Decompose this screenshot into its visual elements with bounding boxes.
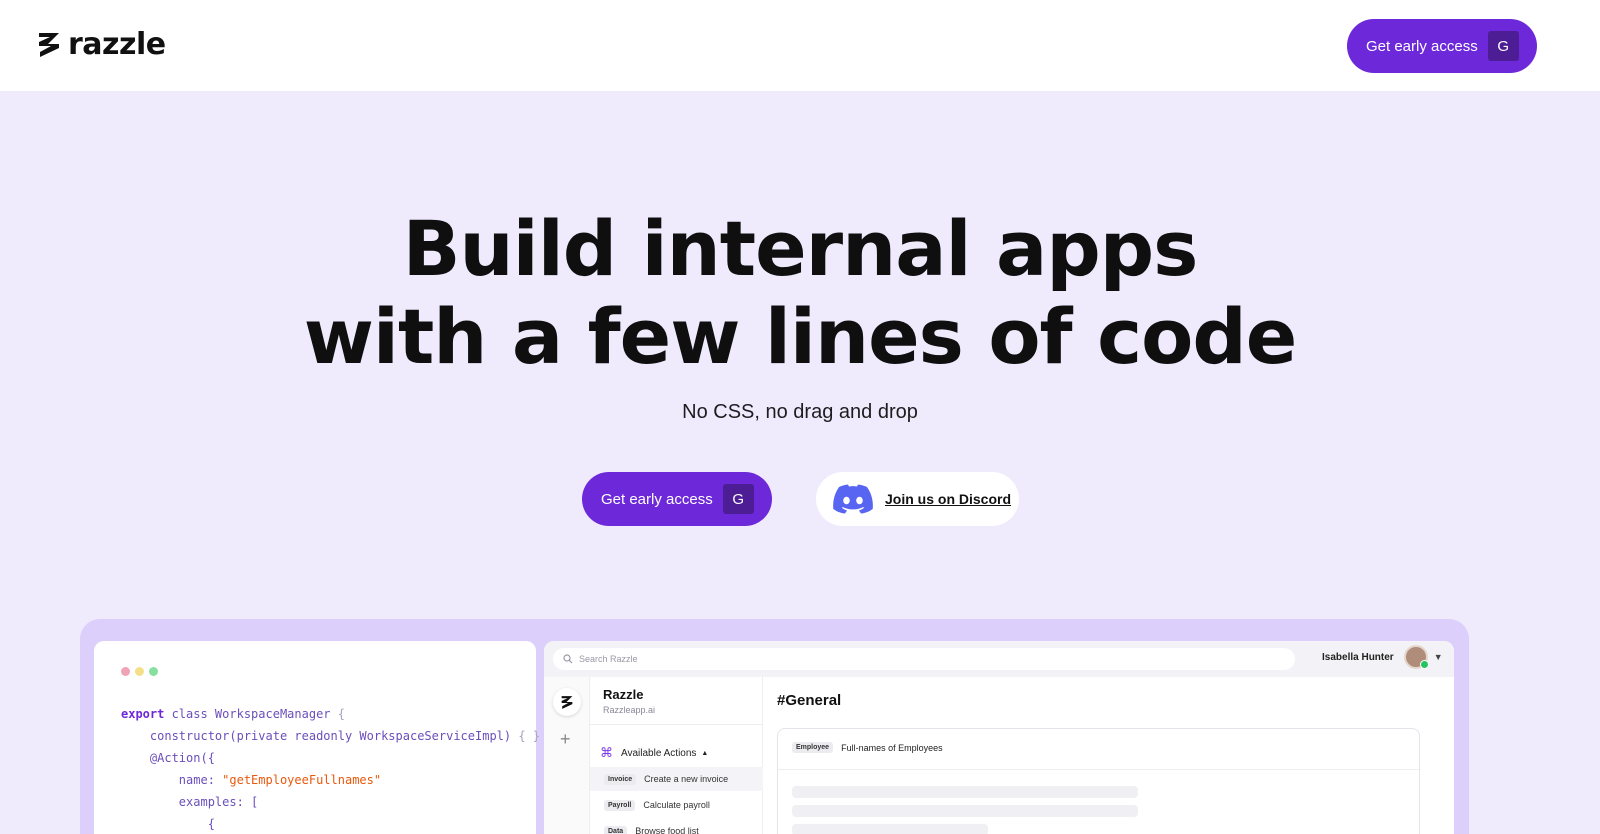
razzle-logo-icon [561, 695, 573, 709]
chevron-down-icon: ▼ [1433, 652, 1443, 662]
user-name: Isabella Hunter [1322, 651, 1394, 663]
action-item[interactable]: Payroll Calculate payroll [590, 793, 763, 817]
action-item[interactable]: Data Browse food list [590, 819, 763, 834]
channel-title: #General [777, 692, 842, 709]
loading-skeleton-line [792, 824, 988, 834]
header-get-early-access-button[interactable]: Get early access G [1347, 19, 1537, 73]
brand-name: razzle [68, 27, 166, 62]
hero-subheading: No CSS, no drag and drop [682, 401, 918, 423]
product-preview: export class WorkspaceManager { construc… [80, 619, 1469, 834]
header-cta-shortcut-key: G [1487, 31, 1519, 61]
code-snippet: export class WorkspaceManager { construc… [121, 703, 540, 834]
code-line-3: @Action({ [121, 751, 215, 765]
headline-line-1: Build internal apps [402, 204, 1199, 293]
app-sidebar: Razzle Razzleapp.ai ⌘ Available Actions … [590, 677, 763, 834]
app-ui-preview: Search Razzle Isabella Hunter ▼ + Razzle [544, 641, 1454, 834]
action-tag: Payroll [604, 799, 636, 811]
code-line-6: { [121, 817, 215, 831]
available-actions-toggle[interactable]: ⌘ Available Actions ▲ [600, 745, 708, 761]
hero-section: Build internal apps with a few lines of … [0, 91, 1600, 834]
workspace-logo-button[interactable] [553, 688, 581, 716]
app-search-input[interactable]: Search Razzle [553, 648, 1295, 670]
close-dot-icon [121, 667, 130, 676]
command-icon: ⌘ [600, 745, 613, 760]
window-controls [121, 667, 163, 676]
app-main-content: #General Employee Full-names of Employee… [763, 677, 1454, 834]
search-placeholder: Search Razzle [579, 654, 638, 664]
code-line-1-brace: { [337, 707, 345, 721]
code-line-5: examples: [ [121, 795, 259, 809]
workspace-url: Razzleapp.ai [603, 705, 656, 715]
discord-link-label: Join us on Discord [885, 491, 1012, 507]
hero-cta-shortcut-key: G [722, 484, 754, 514]
result-card-title: Full-names of Employees [841, 742, 943, 753]
join-discord-button[interactable]: Join us on Discord [816, 472, 1019, 526]
code-line-1-keyword: export [121, 707, 165, 721]
add-workspace-icon[interactable]: + [560, 729, 571, 750]
hero-get-early-access-button[interactable]: Get early access G [582, 472, 772, 526]
headline-line-2: with a few lines of code [303, 292, 1298, 381]
result-card: Employee Full-names of Employees [777, 728, 1421, 834]
site-header: razzle Get early access G [0, 0, 1600, 91]
maximize-dot-icon [149, 667, 158, 676]
caret-up-icon: ▲ [701, 749, 709, 757]
loading-skeleton-line [792, 786, 1138, 798]
workspace-name: Razzle [603, 687, 644, 702]
user-menu[interactable]: Isabella Hunter ▼ [1322, 645, 1443, 669]
app-topbar: Search Razzle Isabella Hunter ▼ [544, 641, 1454, 677]
action-label: Browse food list [635, 826, 699, 834]
code-editor-preview: export class WorkspaceManager { construc… [94, 641, 540, 834]
action-item[interactable]: Invoice Create a new invoice [590, 767, 763, 791]
razzle-logo[interactable]: razzle [38, 30, 166, 60]
code-line-4-value: "getEmployeeFullnames" [222, 773, 382, 787]
user-avatar [1403, 645, 1429, 669]
action-label: Create a new invoice [644, 774, 729, 784]
card-divider [778, 769, 1421, 770]
hero-cta-label: Get early access [601, 490, 713, 508]
minimize-dot-icon [135, 667, 144, 676]
available-actions-label: Available Actions [621, 747, 697, 759]
action-label: Calculate payroll [643, 800, 710, 810]
razzle-logo-icon [39, 33, 59, 57]
header-cta-label: Get early access [1366, 37, 1478, 55]
sidebar-divider [590, 724, 763, 725]
action-tag: Data [604, 825, 628, 834]
loading-skeleton-line [792, 805, 1138, 817]
hero-headline: Build internal apps with a few lines of … [0, 205, 1600, 381]
search-icon [563, 654, 573, 664]
code-line-2-braces: { } [518, 729, 541, 743]
result-card-tag: Employee [792, 742, 834, 753]
result-card-header: Employee Full-names of Employees [792, 742, 943, 753]
code-line-4-key: name: [121, 773, 223, 787]
workspace-rail: + [544, 677, 590, 834]
code-line-1: class WorkspaceManager [164, 707, 338, 721]
action-tag: Invoice [604, 773, 637, 785]
discord-icon [833, 484, 873, 514]
code-line-2: constructor(private readonly WorkspaceSe… [121, 729, 519, 743]
